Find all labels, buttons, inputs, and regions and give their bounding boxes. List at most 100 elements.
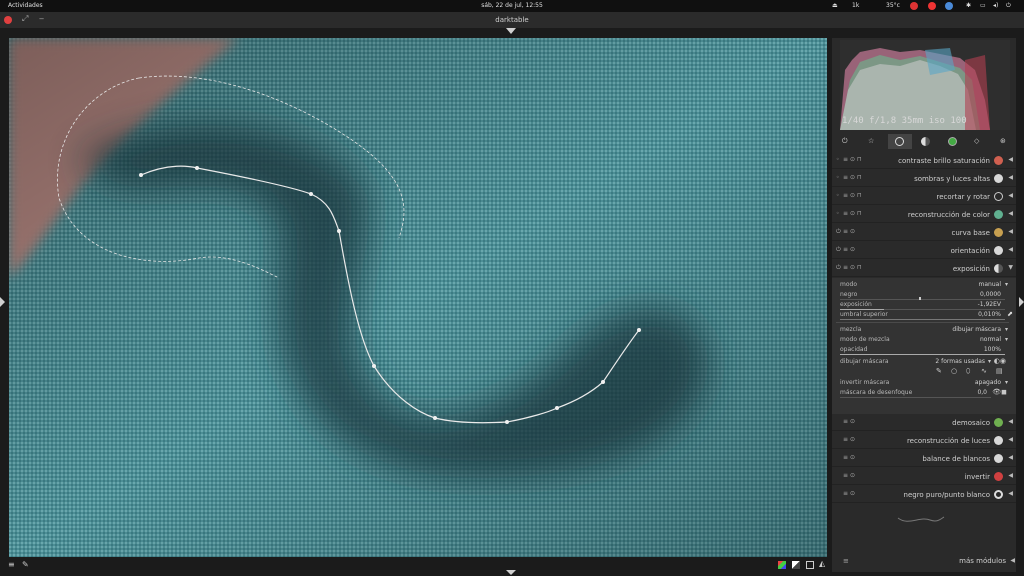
menu-icon[interactable]: ≡ xyxy=(8,560,15,569)
basic-group-icon[interactable] xyxy=(895,137,904,146)
mezcla-row[interactable]: mezcla dibujar máscara ▾ xyxy=(836,325,1009,335)
focus-peaking-icon[interactable] xyxy=(806,561,814,569)
settings-icon[interactable]: ✱ xyxy=(966,2,971,9)
enable-toggle-icon[interactable]: ◦ xyxy=(836,210,840,217)
presets-icon[interactable]: ≡ xyxy=(843,418,848,425)
reset-icon[interactable]: ⊙ xyxy=(850,436,855,443)
gamut-check-icon[interactable] xyxy=(792,561,800,569)
reset-icon[interactable]: ⊙ xyxy=(850,210,855,217)
pencil-icon[interactable]: ✎ xyxy=(936,367,942,375)
presets-icon[interactable]: ≡ xyxy=(843,454,848,461)
path-shape-icon[interactable]: ∿ xyxy=(981,367,987,375)
module-row[interactable]: ≡ ⊙ reconstrucción de luces ◀ xyxy=(832,432,1016,449)
expand-arrow-icon[interactable]: ◀ xyxy=(1008,436,1013,443)
histogram[interactable]: 1/40 f/1,8 35mm iso 100 xyxy=(840,40,1010,130)
display-mask-icon[interactable]: 👁◼ xyxy=(992,388,1007,396)
module-row[interactable]: ≡ ⊙ balance de blancos ◀ xyxy=(832,450,1016,467)
expand-arrow-icon[interactable]: ◀ xyxy=(1008,454,1013,461)
reset-icon[interactable]: ⊙ xyxy=(850,246,855,253)
left-panel-toggle-icon[interactable] xyxy=(0,297,5,307)
power-toggle-icon[interactable]: ⏻ xyxy=(836,246,841,254)
module-row[interactable]: ◦ ≡ ⊙ ⊓ sombras y luces altas ◀ xyxy=(832,170,1016,187)
expand-arrow-icon[interactable]: ◀ xyxy=(1008,156,1013,163)
active-modules-tab-icon[interactable]: ⏻ xyxy=(842,137,848,146)
reset-icon[interactable]: ⊙ xyxy=(850,418,855,425)
presets-icon[interactable]: ≡ xyxy=(843,472,848,479)
show-mask-icon[interactable]: ◐◉ xyxy=(994,357,1006,365)
favorites-tab-icon[interactable]: ☆ xyxy=(868,137,874,145)
browser-icon[interactable] xyxy=(945,2,953,10)
module-row-expanded[interactable]: ⏻ ≡ ⊙ ⊓ exposición ▼ xyxy=(832,260,1016,277)
color-picker-icon[interactable]: ⬈ xyxy=(1007,310,1013,318)
more-modules-row[interactable]: ≡ más módulos ◀ xyxy=(832,554,1016,568)
volume-icon[interactable]: ◂) xyxy=(993,2,998,9)
dropdown-arrow-icon[interactable]: ▾ xyxy=(1005,336,1008,343)
expand-arrow-icon[interactable]: ◀ xyxy=(1008,246,1013,253)
dropdown-arrow-icon[interactable]: ▾ xyxy=(1005,281,1008,288)
negro-slider[interactable]: negro 0,0000 xyxy=(836,290,1009,300)
circle-shape-icon[interactable]: ○ xyxy=(951,367,957,375)
eject-icon[interactable]: ⏏ xyxy=(832,2,838,9)
enable-toggle-icon[interactable]: ◦ xyxy=(836,156,840,163)
dropdown-arrow-icon[interactable]: ▾ xyxy=(1005,326,1008,333)
modo-mezcla-row[interactable]: modo de mezcla normal ▾ xyxy=(836,335,1009,345)
reset-icon[interactable]: ⊙ xyxy=(850,454,855,461)
dropdown-arrow-icon[interactable]: ▾ xyxy=(988,358,991,365)
reset-icon[interactable]: ⊙ xyxy=(850,264,855,271)
modo-row[interactable]: modo manual ▾ xyxy=(836,280,1009,290)
enable-toggle-icon[interactable]: ◦ xyxy=(836,192,840,199)
presets-icon[interactable]: ≡ xyxy=(843,228,848,235)
reset-icon[interactable]: ⊙ xyxy=(850,174,855,181)
reset-icon[interactable]: ⊙ xyxy=(850,472,855,479)
expand-arrow-icon[interactable]: ◀ xyxy=(1008,192,1013,199)
presets-icon[interactable]: ≡ xyxy=(843,156,848,163)
expand-arrow-icon[interactable]: ◀ xyxy=(1008,472,1013,479)
softproof-icon[interactable] xyxy=(778,561,786,569)
reset-icon[interactable]: ⊙ xyxy=(850,156,855,163)
enable-toggle-icon[interactable]: ◦ xyxy=(836,174,840,181)
color-group-icon[interactable] xyxy=(948,137,957,146)
styles-icon[interactable]: ✎ xyxy=(22,560,29,569)
presets-icon[interactable]: ≡ xyxy=(843,246,848,253)
expand-arrow-icon[interactable]: ◀ xyxy=(1008,490,1013,497)
dibujar-mascara-row[interactable]: dibujar máscara 2 formas usadas ▾ ◐◉ xyxy=(836,357,1009,367)
reset-icon[interactable]: ⊙ xyxy=(850,192,855,199)
module-row[interactable]: ⏻ ≡ ⊙ orientación ◀ xyxy=(832,242,1016,259)
mail-icon[interactable] xyxy=(928,2,936,10)
module-row[interactable]: ◦ ≡ ⊙ ⊓ recortar y rotar ◀ xyxy=(832,188,1016,205)
presets-icon[interactable]: ≡ xyxy=(843,436,848,443)
reset-icon[interactable]: ⊙ xyxy=(850,490,855,497)
more-modules-icon[interactable]: ≡ xyxy=(843,557,849,565)
overexposure-icon[interactable]: ◭ xyxy=(819,559,825,568)
correct-group-icon[interactable]: ◇ xyxy=(974,137,979,145)
module-row[interactable]: ◦ ≡ ⊙ ⊓ contraste brillo saturación ◀ xyxy=(832,152,1016,169)
multi-instance-icon[interactable]: ⊓ xyxy=(857,156,862,163)
expand-arrow-icon[interactable]: ◀ xyxy=(1010,557,1015,564)
multi-instance-icon[interactable]: ⊓ xyxy=(857,174,862,181)
umbral-slider[interactable]: umbral superior 0,010% ⬈ xyxy=(836,310,1013,320)
desenfoque-slider[interactable]: máscara de desenfoque 0,0 👁◼ xyxy=(836,388,1009,398)
opacidad-slider[interactable]: opacidad 100% xyxy=(836,345,1009,355)
image-canvas[interactable] xyxy=(9,38,827,557)
window-icon[interactable]: ▭ xyxy=(980,2,986,9)
ellipse-shape-icon[interactable]: ⬯ xyxy=(966,367,970,376)
presets-icon[interactable]: ≡ xyxy=(843,174,848,181)
reset-icon[interactable]: ⊙ xyxy=(850,228,855,235)
expand-arrow-icon[interactable]: ◀ xyxy=(1008,174,1013,181)
presets-icon[interactable]: ≡ xyxy=(843,192,848,199)
effects-group-icon[interactable]: ⊛ xyxy=(1000,137,1006,145)
exposicion-slider[interactable]: exposición -1,92EV xyxy=(836,300,1009,310)
multi-instance-icon[interactable]: ⊓ xyxy=(857,264,862,271)
module-row[interactable]: ◦ ≡ ⊙ ⊓ reconstrucción de color ◀ xyxy=(832,206,1016,223)
power-toggle-icon[interactable]: ⏻ xyxy=(836,264,841,272)
photo-preview[interactable] xyxy=(9,38,827,557)
module-row[interactable]: ≡ ⊙ demosaico ◀ xyxy=(832,414,1016,431)
multi-instance-icon[interactable]: ⊓ xyxy=(857,192,862,199)
power-toggle-icon[interactable]: ⏻ xyxy=(836,228,841,236)
module-row[interactable]: ≡ ⊙ invertir ◀ xyxy=(832,468,1016,485)
app-indicator-icon[interactable] xyxy=(910,2,918,10)
dropdown-arrow-icon[interactable]: ▾ xyxy=(1005,379,1008,386)
multi-instance-icon[interactable]: ⊓ xyxy=(857,210,862,217)
module-row[interactable]: ⏻ ≡ ⊙ curva base ◀ xyxy=(832,224,1016,241)
expand-arrow-icon[interactable]: ◀ xyxy=(1008,418,1013,425)
